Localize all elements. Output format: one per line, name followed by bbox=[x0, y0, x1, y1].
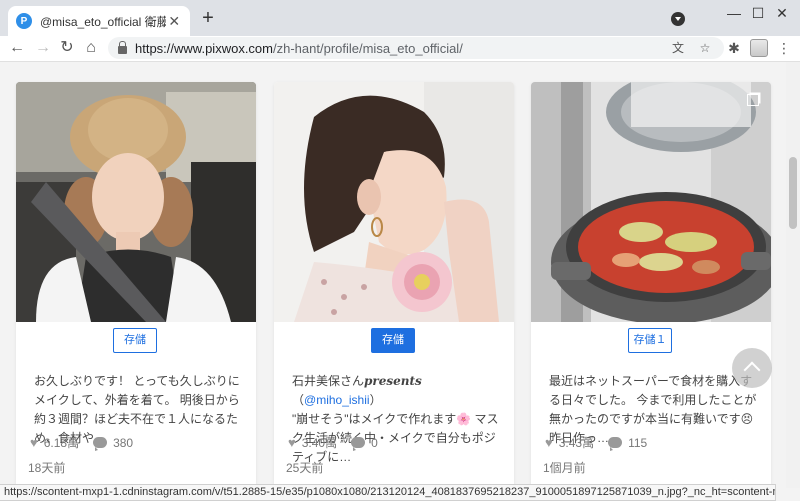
post-time: 1個月前 bbox=[543, 461, 586, 475]
save-button[interactable]: 存儲 bbox=[113, 328, 157, 353]
comment-count: 380 bbox=[113, 435, 134, 450]
post-card: 存儲 お久しぶりです！ とっても久しぶりにメイクして、外着を着て。 明後日から約… bbox=[16, 82, 256, 488]
post-time: 25天前 bbox=[286, 461, 324, 475]
comment-icon bbox=[608, 437, 623, 451]
post-card: 存儲１ 最近はネットスーパーで食材を購入する日々でした。 今まで利用したことが無… bbox=[531, 82, 771, 488]
mention-link[interactable]: @miho_ishii bbox=[304, 393, 370, 407]
url-path: /zh-hant/profile/misa_eto_official/ bbox=[273, 40, 463, 56]
heart-icon: ♥ bbox=[288, 435, 296, 450]
post-stats: ♥ 3.40萬 0 bbox=[288, 434, 378, 451]
heart-icon: ♥ bbox=[30, 435, 38, 450]
post-image-portrait[interactable] bbox=[274, 82, 514, 322]
comment-count: 0 bbox=[371, 435, 378, 450]
url-text: https://www.pixwox.com/zh-hant/profile/m… bbox=[135, 41, 463, 56]
status-bar-url: https://scontent-mxp1-1.cdninstagram.com… bbox=[0, 484, 776, 501]
scroll-to-top-button[interactable] bbox=[732, 348, 772, 388]
like-count: 6.18萬 bbox=[43, 436, 80, 450]
like-count: 3.40萬 bbox=[301, 436, 338, 450]
tab-search-icon[interactable] bbox=[671, 12, 685, 26]
post-image-graphic bbox=[16, 82, 256, 322]
post-stats: ♥ 6.18萬 380 bbox=[30, 434, 133, 451]
caption-pre: 石井美保さん bbox=[292, 374, 365, 388]
post-image-car-selfie[interactable] bbox=[16, 82, 256, 322]
translate-icon[interactable]: 文 bbox=[671, 41, 685, 55]
maximize-button[interactable]: ☐ bbox=[746, 4, 770, 24]
save-button[interactable]: 存儲 bbox=[371, 328, 415, 353]
post-card: 存儲 石井美保さんpresents（@miho_ishii） "崩せそう"はメイ… bbox=[274, 82, 514, 488]
page-scrollbar[interactable] bbox=[786, 62, 800, 488]
close-button[interactable]: ✕ bbox=[770, 4, 794, 24]
comment-count: 115 bbox=[628, 435, 648, 450]
post-image-graphic bbox=[274, 82, 514, 322]
comment-icon bbox=[351, 437, 366, 451]
caption-paren-open: （ bbox=[292, 393, 305, 407]
new-tab-button[interactable]: + bbox=[198, 8, 218, 29]
reload-button[interactable]: ↻ bbox=[56, 37, 78, 59]
post-time: 18天前 bbox=[28, 461, 66, 475]
tab-title: @misa_eto_official 衛藤美彩 IG bbox=[40, 14, 167, 29]
comment-icon bbox=[93, 437, 108, 451]
profile-avatar[interactable] bbox=[750, 39, 768, 57]
browser-toolbar: ← → ↻ ⌂ https://www.pixwox.com/zh-hant/p… bbox=[0, 36, 800, 62]
scrollbar-thumb[interactable] bbox=[789, 157, 797, 229]
browser-tab[interactable]: P @misa_eto_official 衛藤美彩 IG ✕ bbox=[8, 6, 190, 36]
pixwox-favicon-icon: P bbox=[16, 13, 32, 29]
address-bar[interactable]: https://www.pixwox.com/zh-hant/profile/m… bbox=[108, 37, 724, 59]
post-image-graphic bbox=[531, 82, 771, 322]
menu-kebab-icon[interactable]: ⋮ bbox=[774, 38, 794, 58]
bookmark-star-icon[interactable]: ☆ bbox=[698, 41, 712, 55]
save-button[interactable]: 存儲１ bbox=[628, 328, 672, 353]
heart-icon: ♥ bbox=[545, 435, 553, 450]
extensions-puzzle-icon[interactable]: ✱ bbox=[724, 38, 744, 58]
tab-close-icon[interactable]: ✕ bbox=[166, 13, 182, 30]
like-count: 3.43萬 bbox=[558, 436, 595, 450]
home-button[interactable]: ⌂ bbox=[80, 37, 102, 59]
minimize-button[interactable]: — bbox=[722, 4, 746, 24]
tab-strip: P @misa_eto_official 衛藤美彩 IG ✕ + —☐✕ bbox=[0, 0, 800, 36]
forward-button[interactable]: → bbox=[32, 37, 54, 59]
caption-brand: presents bbox=[364, 374, 422, 388]
profile-feed: 存儲 お久しぶりです！ とっても久しぶりにメイクして、外着を着て。 明後日から約… bbox=[0, 62, 786, 488]
caption-paren-close: ） bbox=[369, 393, 382, 407]
post-caption[interactable]: 石井美保さんpresents（@miho_ishii） "崩せそう"はメイクで作… bbox=[292, 372, 504, 467]
post-image-staub-pot[interactable] bbox=[531, 82, 771, 322]
back-button[interactable]: ← bbox=[6, 37, 28, 59]
multi-image-icon bbox=[747, 94, 759, 106]
url-host: https://www.pixwox.com bbox=[135, 40, 273, 56]
lock-icon[interactable] bbox=[118, 40, 127, 54]
post-stats: ♥ 3.43萬 115 bbox=[545, 434, 647, 451]
